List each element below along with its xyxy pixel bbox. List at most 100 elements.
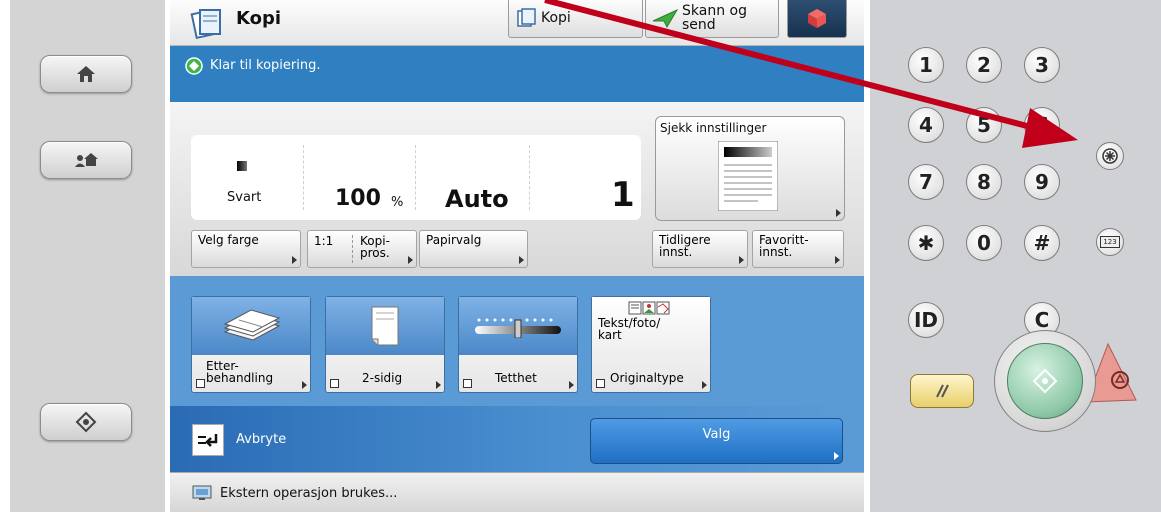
divider <box>415 145 416 210</box>
key-6[interactable]: 6 <box>1024 107 1060 143</box>
tab-copy-label: Kopi <box>541 10 571 26</box>
key-star[interactable]: ✱ <box>908 225 944 261</box>
start-icon <box>1032 368 1058 394</box>
tab-menu-cube[interactable] <box>787 0 847 38</box>
page-title: Kopi <box>236 8 282 29</box>
density-icon-area <box>459 297 577 355</box>
settings-registration-button[interactable] <box>40 403 132 441</box>
chevron-right-icon <box>834 452 839 460</box>
touch-screen: Kopi Kopi Skann og send Klar til kopieri… <box>170 0 864 512</box>
previous-settings-line2: innst. <box>659 245 693 259</box>
finishing-icon-area <box>192 297 310 355</box>
paper-value: Auto <box>445 185 509 213</box>
energy-saver-button[interactable] <box>1096 142 1124 170</box>
favorite-settings-button[interactable]: Favoritt- innst. <box>752 230 844 268</box>
check-settings-button[interactable]: Sjekk innstillinger <box>655 116 845 221</box>
send-paper-plane-icon <box>652 7 678 29</box>
paper-stack-icon <box>219 306 283 346</box>
finishing-button[interactable]: Etter- behandling <box>191 296 311 393</box>
original-type-top: Tekst/foto/ kart <box>592 297 710 355</box>
chevron-right-icon <box>292 256 297 264</box>
two-sided-label: 2-sidig <box>362 371 403 385</box>
interrupt-button[interactable]: Avbryte <box>190 420 320 460</box>
reset-button[interactable] <box>910 374 974 408</box>
key-1[interactable]: 1 <box>908 47 944 83</box>
options-button[interactable]: Valg <box>590 418 843 464</box>
finishing-label: Etter- behandling <box>206 360 273 384</box>
key-3[interactable]: 3 <box>1024 47 1060 83</box>
original-type-button[interactable]: Tekst/foto/ kart Originaltype <box>591 296 711 393</box>
start-button[interactable] <box>994 330 1096 432</box>
density-button[interactable]: Tetthet <box>458 296 578 393</box>
black-color-swatch-icon <box>237 161 247 171</box>
select-color-button[interactable]: Velg farge <box>191 230 301 268</box>
key-2[interactable]: 2 <box>966 47 1002 83</box>
two-sided-button[interactable]: 2-sidig <box>325 296 445 393</box>
document-preview-icon <box>718 141 778 211</box>
counter-check-button[interactable]: 123 <box>1096 228 1124 256</box>
original-type-label: Originaltype <box>610 371 684 385</box>
left-edge <box>0 0 10 512</box>
text-photo-map-icon <box>628 301 670 315</box>
density-label: Tetthet <box>495 371 537 385</box>
tab-scan-label: Skann og send <box>682 4 747 32</box>
zoom-value: 100 <box>335 186 381 211</box>
shortcut-corner-icon <box>596 379 605 388</box>
paper-select-label: Papirvalg <box>426 233 482 247</box>
shortcut-corner-icon <box>196 379 205 388</box>
id-button[interactable]: ID <box>908 302 944 338</box>
chevron-right-icon <box>436 381 441 389</box>
home-icon <box>75 64 97 84</box>
divider <box>529 145 530 210</box>
chevron-right-icon <box>519 256 524 264</box>
options-label: Valg <box>702 427 731 442</box>
tab-copy[interactable]: Kopi <box>508 0 643 38</box>
copies-value: 1 <box>611 175 635 215</box>
tab-scan-label-line1: Skann og <box>682 3 747 19</box>
paper-select-button[interactable]: Papirvalg <box>419 230 528 268</box>
key-7[interactable]: 7 <box>908 164 944 200</box>
favorite-settings-line2: innst. <box>759 245 793 259</box>
key-8[interactable]: 8 <box>966 164 1002 200</box>
key-hash[interactable]: # <box>1024 225 1060 261</box>
copy-tab-icon <box>515 7 537 29</box>
energy-saver-icon <box>1101 147 1119 165</box>
title-bar: Kopi Kopi Skann og send <box>170 0 864 46</box>
footer-bar: Ekstern operasjon brukes... <box>170 472 864 512</box>
ready-status-icon <box>185 57 203 75</box>
left-control-panel <box>10 0 165 512</box>
status-monitor-icon <box>73 150 99 170</box>
copy-ratio-button[interactable]: 1:1 Kopi- pros. <box>307 230 417 268</box>
key-9[interactable]: 9 <box>1024 164 1060 200</box>
chevron-right-icon <box>302 381 307 389</box>
footer-message: Ekstern operasjon brukes... <box>220 486 398 501</box>
key-4[interactable]: 4 <box>908 107 944 143</box>
chevron-right-icon <box>836 209 841 217</box>
counter-label: 123 <box>1100 236 1120 248</box>
chevron-right-icon <box>702 381 707 389</box>
shortcut-corner-icon <box>463 379 472 388</box>
copy-settings-area: Svart 100 % Auto 1 Sjekk innstillinger V… <box>170 102 864 276</box>
color-mode-value: Svart <box>227 190 262 205</box>
settings-summary-panel: Svart 100 % Auto 1 <box>191 135 641 220</box>
chevron-right-icon <box>408 256 413 264</box>
copy-ratio-label: Kopi- pros. <box>360 235 390 259</box>
ratio-label: 1:1 <box>314 234 334 248</box>
right-control-panel: 1 2 3 4 5 6 7 8 9 ✱ 0 # 123 ID C <box>870 0 1161 512</box>
chevron-right-icon <box>569 381 574 389</box>
shortcut-corner-icon <box>330 379 339 388</box>
tab-scan-and-send[interactable]: Skann og send <box>645 0 779 38</box>
key-5[interactable]: 5 <box>966 107 1002 143</box>
status-monitor-button[interactable] <box>40 141 132 179</box>
two-sided-page-icon <box>370 305 400 347</box>
bottom-bar: Avbryte Valg <box>170 406 864 472</box>
home-button[interactable] <box>40 55 132 93</box>
select-color-label: Velg farge <box>198 233 259 247</box>
reset-icon <box>931 383 953 399</box>
chevron-right-icon <box>835 256 840 264</box>
previous-settings-button[interactable]: Tidligere innst. <box>652 230 748 268</box>
interrupt-label: Avbryte <box>236 432 287 447</box>
zoom-unit: % <box>391 195 404 210</box>
key-0[interactable]: 0 <box>966 225 1002 261</box>
status-bar: Klar til kopiering. <box>170 46 864 102</box>
